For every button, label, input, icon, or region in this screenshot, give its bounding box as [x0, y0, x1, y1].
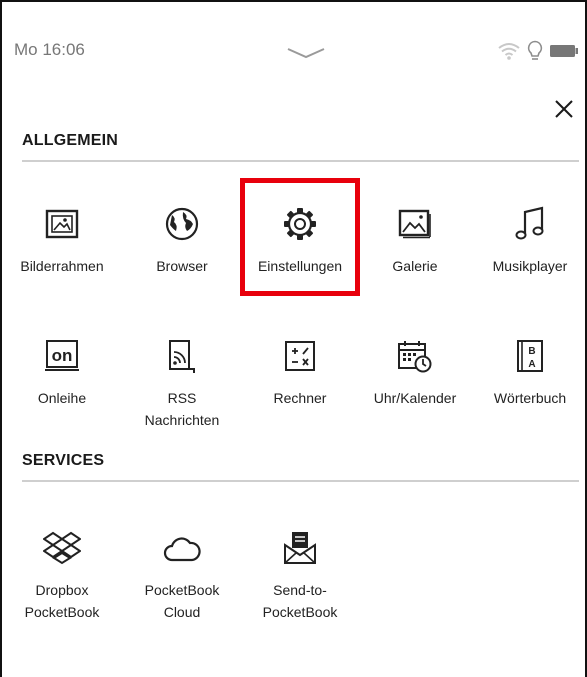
battery-icon — [550, 45, 578, 57]
app-label-line2: Cloud — [163, 604, 201, 620]
dictionary-icon: B A — [517, 340, 543, 372]
globe-icon — [165, 207, 199, 241]
music-note-icon — [515, 206, 544, 240]
app-dropbox-pocketbook[interactable]: Dropbox PocketBook — [4, 529, 120, 623]
app-label: Rechner — [273, 390, 327, 406]
app-rechner[interactable]: Rechner — [242, 337, 358, 409]
app-rss-nachrichten[interactable]: RSS Nachrichten — [124, 337, 240, 431]
chevron-down-icon[interactable] — [286, 46, 326, 60]
onleihe-icon: on — [45, 340, 79, 371]
close-icon — [555, 100, 573, 118]
calculator-icon — [285, 341, 315, 371]
picture-frame-icon — [45, 209, 79, 239]
close-button[interactable] — [549, 94, 579, 124]
app-label-line2: PocketBook — [262, 604, 338, 620]
section-divider — [22, 160, 579, 162]
app-label: Musikplayer — [492, 258, 568, 274]
app-label: RSS — [167, 390, 197, 406]
highlight-box — [240, 178, 360, 296]
wifi-icon — [498, 43, 520, 60]
svg-text:on: on — [52, 346, 73, 365]
app-label: Onleihe — [37, 390, 87, 406]
section-title-allgemein: ALLGEMEIN — [22, 132, 119, 149]
app-bilderrahmen[interactable]: Bilderrahmen — [4, 205, 120, 277]
app-pocketbook-cloud[interactable]: PocketBook Cloud — [124, 529, 240, 623]
section-title-services: SERVICES — [22, 452, 105, 469]
section-divider — [22, 480, 579, 482]
app-launcher-screen: Mo 16:06 ALLGEMEIN Bilderrahmen Browser … — [0, 0, 587, 677]
app-label-line2: PocketBook — [24, 604, 100, 620]
svg-text:A: A — [528, 359, 535, 370]
light-bulb-icon — [527, 40, 543, 60]
app-label: Send-to- — [273, 582, 327, 598]
app-send-to-pocketbook[interactable]: Send-to- PocketBook — [242, 529, 358, 623]
cloud-icon — [163, 537, 201, 562]
app-onleihe[interactable]: on Onleihe — [4, 337, 120, 409]
app-musikplayer[interactable]: Musikplayer — [472, 205, 585, 277]
app-woerterbuch[interactable]: B A Wörterbuch — [472, 337, 585, 409]
app-label: Bilderrahmen — [20, 258, 104, 274]
app-uhr-kalender[interactable]: Uhr/Kalender — [357, 337, 473, 409]
mail-envelope-icon — [284, 532, 316, 564]
app-label: Uhr/Kalender — [373, 390, 457, 406]
app-label: Wörterbuch — [493, 390, 567, 406]
dropbox-icon — [43, 531, 81, 565]
gallery-icon — [398, 209, 431, 239]
app-label: Dropbox — [35, 582, 89, 598]
app-browser[interactable]: Browser — [124, 205, 240, 277]
app-label: PocketBook — [144, 582, 220, 598]
calendar-clock-icon — [398, 341, 432, 373]
app-label: Browser — [156, 258, 208, 274]
app-galerie[interactable]: Galerie — [357, 205, 473, 277]
app-label: Galerie — [392, 258, 438, 274]
rss-icon — [169, 340, 195, 373]
status-icons — [497, 40, 579, 62]
svg-text:B: B — [528, 346, 535, 357]
app-label-line2: Nachrichten — [144, 412, 220, 428]
clock-time: Mo 16:06 — [14, 40, 85, 59]
status-bar: Mo 16:06 — [2, 2, 585, 102]
